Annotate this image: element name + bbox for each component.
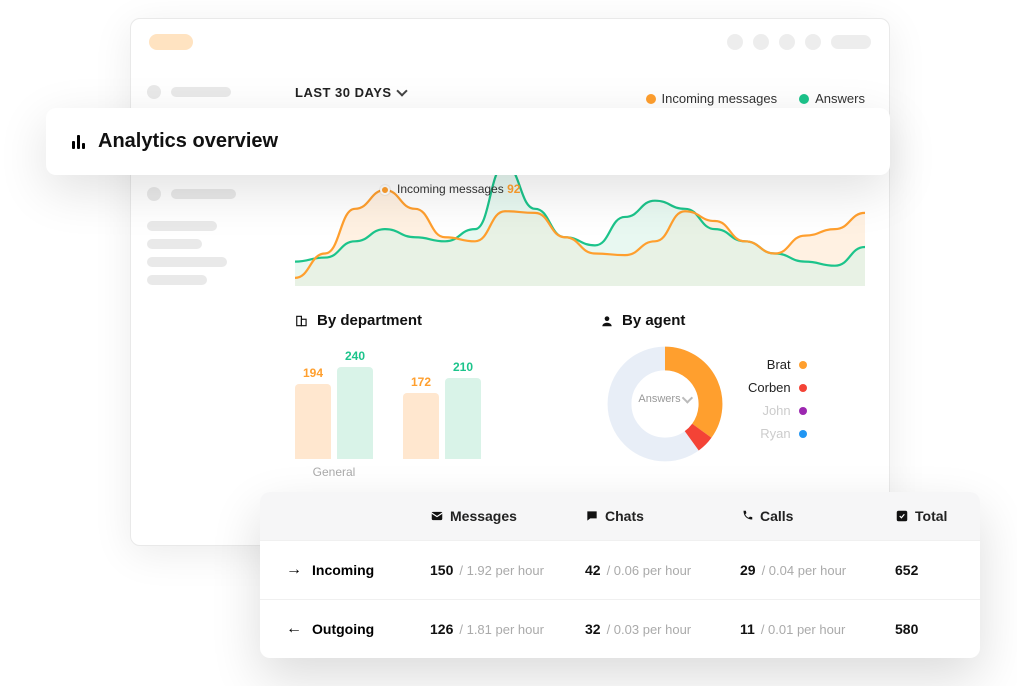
arrow-right-icon: → — [286, 561, 302, 579]
dept-label — [403, 465, 481, 479]
legend-incoming: Incoming messages — [646, 91, 778, 106]
building-icon — [295, 314, 309, 328]
analytics-overview-card: Analytics overview — [46, 108, 890, 175]
browser-window: LAST 30 DAYS Incoming messages Answers P… — [130, 18, 890, 546]
agent-legend-item[interactable]: Ryan — [748, 426, 807, 441]
dept-bar: 194 — [295, 384, 331, 459]
dept-bar-chart: 194240 172210 — [295, 339, 560, 459]
donut-center-selector[interactable]: Answers — [638, 393, 691, 405]
analytics-overview-title: Analytics overview — [98, 130, 278, 153]
table-header-row: Messages Chats Calls Total — [260, 492, 980, 540]
browser-controls — [727, 34, 821, 50]
phone-icon — [740, 509, 754, 523]
chevron-down-icon — [396, 85, 407, 96]
check-badge-icon — [895, 509, 909, 523]
dept-bar: 172 — [403, 393, 439, 459]
agent-legend-item[interactable]: John — [748, 403, 807, 418]
dept-bar: 210 — [445, 378, 481, 459]
dept-bar: 240 — [337, 367, 373, 459]
chat-icon — [585, 509, 599, 523]
table-row: ←Outgoing126 / 1.81 per hour32 / 0.03 pe… — [260, 599, 980, 658]
date-range-label: LAST 30 DAYS — [295, 85, 392, 100]
dept-heading: By department — [295, 312, 560, 329]
mail-icon — [430, 509, 444, 523]
browser-pill — [831, 35, 871, 49]
dept-label: General — [295, 465, 373, 479]
agent-heading: By agent — [600, 312, 865, 329]
browser-bar — [131, 19, 889, 65]
analytics-icon — [72, 135, 88, 149]
chart-legend: Incoming messages Answers — [646, 91, 865, 106]
agent-legend-item[interactable]: Brat — [748, 357, 807, 372]
legend-answers: Answers — [799, 91, 865, 106]
table-row: →Incoming150 / 1.92 per hour42 / 0.06 pe… — [260, 540, 980, 599]
agent-legend-item[interactable]: Corben — [748, 380, 807, 395]
browser-logo — [149, 34, 193, 50]
performance-chart: Answers 149 Incoming messages 92 — [295, 156, 865, 286]
arrow-left-icon: ← — [286, 620, 302, 638]
agent-donut-chart: Answers Brat Corben John Ryan — [600, 339, 865, 459]
person-icon — [600, 314, 614, 328]
stats-table-card: Messages Chats Calls Total →Incoming150 … — [260, 492, 980, 658]
